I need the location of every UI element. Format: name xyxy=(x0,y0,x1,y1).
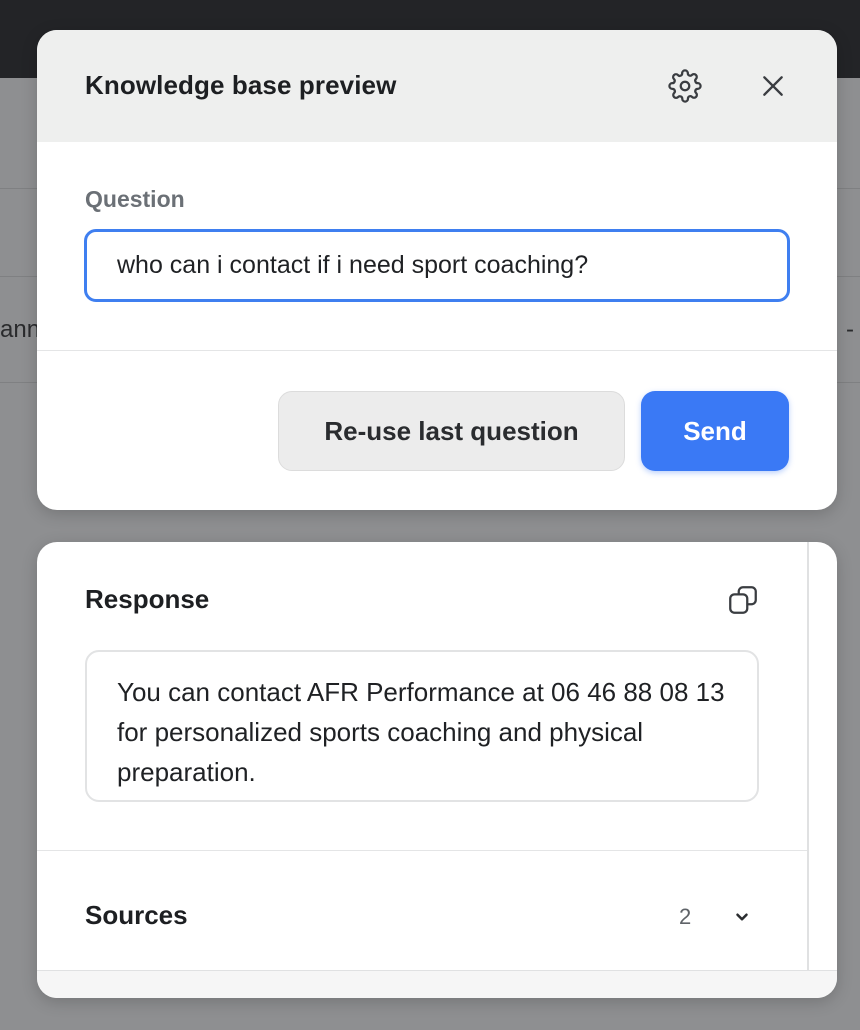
question-input[interactable] xyxy=(84,229,790,302)
response-text: You can contact AFR Performance at 06 46… xyxy=(85,650,759,802)
send-button[interactable]: Send xyxy=(641,391,789,471)
chevron-down-icon xyxy=(736,913,748,921)
gear-icon xyxy=(668,69,702,103)
background-text-fragment: - xyxy=(846,316,854,343)
question-label: Question xyxy=(85,186,185,212)
response-title: Response xyxy=(85,584,210,614)
copy-button[interactable] xyxy=(721,578,765,622)
background-text-fragment: ann xyxy=(0,316,41,343)
sources-accordion[interactable]: Sources 2 xyxy=(37,852,807,970)
close-button[interactable] xyxy=(751,64,795,108)
panel-footer-strip xyxy=(37,970,837,998)
sources-count-badge: 2 xyxy=(679,904,692,929)
modal-header: Knowledge base preview xyxy=(37,30,837,142)
response-divider xyxy=(37,850,807,851)
modal-divider xyxy=(37,350,837,351)
sources-label: Sources xyxy=(85,900,188,930)
reuse-last-question-button[interactable]: Re-use last question xyxy=(278,391,625,471)
knowledge-base-preview-modal: Knowledge base preview Question Re-use l… xyxy=(37,30,837,510)
response-panel: Response You can contact AFR Performance… xyxy=(37,542,837,998)
close-icon xyxy=(763,76,783,96)
scrollbar-track xyxy=(807,542,809,970)
copy-icon xyxy=(729,586,757,614)
settings-button[interactable] xyxy=(663,64,707,108)
modal-title: Knowledge base preview xyxy=(85,70,397,100)
